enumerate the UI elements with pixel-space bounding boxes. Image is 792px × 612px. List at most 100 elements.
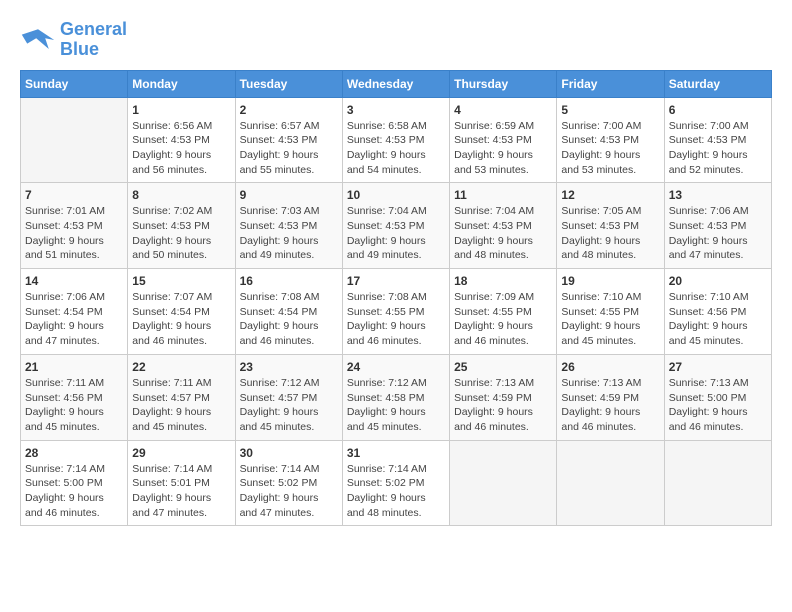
day-info: Sunrise: 7:11 AM Sunset: 4:56 PM Dayligh… — [25, 376, 123, 435]
day-number: 1 — [132, 103, 230, 117]
calendar-cell: 4 Sunrise: 6:59 AM Sunset: 4:53 PM Daylig… — [450, 97, 557, 183]
calendar-cell: 15 Sunrise: 7:07 AM Sunset: 4:54 PM Dayli… — [128, 269, 235, 355]
day-info: Sunrise: 7:05 AM Sunset: 4:53 PM Dayligh… — [561, 204, 659, 263]
day-number: 6 — [669, 103, 767, 117]
day-number: 11 — [454, 188, 552, 202]
day-info: Sunrise: 6:58 AM Sunset: 4:53 PM Dayligh… — [347, 119, 445, 178]
calendar-week-row: 1 Sunrise: 6:56 AM Sunset: 4:53 PM Daylig… — [21, 97, 772, 183]
weekday-header-wednesday: Wednesday — [342, 70, 449, 97]
page-header: General Blue — [20, 20, 772, 60]
calendar-table: SundayMondayTuesdayWednesdayThursdayFrid… — [20, 70, 772, 527]
calendar-cell: 27 Sunrise: 7:13 AM Sunset: 5:00 PM Dayli… — [664, 354, 771, 440]
day-info: Sunrise: 7:12 AM Sunset: 4:58 PM Dayligh… — [347, 376, 445, 435]
calendar-header-row: SundayMondayTuesdayWednesdayThursdayFrid… — [21, 70, 772, 97]
calendar-cell: 30Sunrise: 7:14 AM Sunset: 5:02 PM Dayli… — [235, 440, 342, 526]
day-info: Sunrise: 7:11 AM Sunset: 4:57 PM Dayligh… — [132, 376, 230, 435]
day-number: 21 — [25, 360, 123, 374]
day-info: Sunrise: 7:04 AM Sunset: 4:53 PM Dayligh… — [454, 204, 552, 263]
calendar-cell: 3 Sunrise: 6:58 AM Sunset: 4:53 PM Daylig… — [342, 97, 449, 183]
day-info: Sunrise: 7:13 AM Sunset: 4:59 PM Dayligh… — [561, 376, 659, 435]
weekday-header-saturday: Saturday — [664, 70, 771, 97]
day-info: Sunrise: 7:14 AM Sunset: 5:02 PM Dayligh… — [347, 462, 445, 521]
day-info: Sunrise: 6:56 AM Sunset: 4:53 PM Dayligh… — [132, 119, 230, 178]
day-number: 15 — [132, 274, 230, 288]
day-number: 17 — [347, 274, 445, 288]
day-number: 10 — [347, 188, 445, 202]
calendar-cell: 12 Sunrise: 7:05 AM Sunset: 4:53 PM Dayli… — [557, 183, 664, 269]
logo-icon — [20, 25, 56, 55]
day-info: Sunrise: 7:14 AM Sunset: 5:00 PM Dayligh… — [25, 462, 123, 521]
day-number: 27 — [669, 360, 767, 374]
day-number: 13 — [669, 188, 767, 202]
day-info: Sunrise: 7:01 AM Sunset: 4:53 PM Dayligh… — [25, 204, 123, 263]
day-number: 18 — [454, 274, 552, 288]
day-info: Sunrise: 7:06 AM Sunset: 4:54 PM Dayligh… — [25, 290, 123, 349]
calendar-cell: 31Sunrise: 7:14 AM Sunset: 5:02 PM Dayli… — [342, 440, 449, 526]
day-number: 14 — [25, 274, 123, 288]
day-info: Sunrise: 7:13 AM Sunset: 4:59 PM Dayligh… — [454, 376, 552, 435]
day-info: Sunrise: 7:10 AM Sunset: 4:56 PM Dayligh… — [669, 290, 767, 349]
calendar-cell: 26 Sunrise: 7:13 AM Sunset: 4:59 PM Dayli… — [557, 354, 664, 440]
day-number: 8 — [132, 188, 230, 202]
day-info: Sunrise: 6:57 AM Sunset: 4:53 PM Dayligh… — [240, 119, 338, 178]
calendar-cell: 21 Sunrise: 7:11 AM Sunset: 4:56 PM Dayli… — [21, 354, 128, 440]
day-info: Sunrise: 7:14 AM Sunset: 5:02 PM Dayligh… — [240, 462, 338, 521]
calendar-cell: 9 Sunrise: 7:03 AM Sunset: 4:53 PM Daylig… — [235, 183, 342, 269]
day-number: 4 — [454, 103, 552, 117]
weekday-header-friday: Friday — [557, 70, 664, 97]
day-number: 9 — [240, 188, 338, 202]
calendar-cell: 6 Sunrise: 7:00 AM Sunset: 4:53 PM Daylig… — [664, 97, 771, 183]
day-info: Sunrise: 7:07 AM Sunset: 4:54 PM Dayligh… — [132, 290, 230, 349]
calendar-cell: 5 Sunrise: 7:00 AM Sunset: 4:53 PM Daylig… — [557, 97, 664, 183]
calendar-cell: 11 Sunrise: 7:04 AM Sunset: 4:53 PM Dayli… — [450, 183, 557, 269]
calendar-cell: 18Sunrise: 7:09 AM Sunset: 4:55 PM Dayli… — [450, 269, 557, 355]
calendar-week-row: 14 Sunrise: 7:06 AM Sunset: 4:54 PM Dayli… — [21, 269, 772, 355]
calendar-cell: 8 Sunrise: 7:02 AM Sunset: 4:53 PM Daylig… — [128, 183, 235, 269]
calendar-cell — [557, 440, 664, 526]
day-number: 2 — [240, 103, 338, 117]
day-number: 20 — [669, 274, 767, 288]
day-number: 7 — [25, 188, 123, 202]
calendar-cell: 23Sunrise: 7:12 AM Sunset: 4:57 PM Dayli… — [235, 354, 342, 440]
calendar-cell: 1 Sunrise: 6:56 AM Sunset: 4:53 PM Daylig… — [128, 97, 235, 183]
day-number: 19 — [561, 274, 659, 288]
day-number: 28 — [25, 446, 123, 460]
day-number: 24 — [347, 360, 445, 374]
day-number: 16 — [240, 274, 338, 288]
day-info: Sunrise: 6:59 AM Sunset: 4:53 PM Dayligh… — [454, 119, 552, 178]
day-number: 5 — [561, 103, 659, 117]
day-number: 25 — [454, 360, 552, 374]
calendar-cell — [664, 440, 771, 526]
day-info: Sunrise: 7:14 AM Sunset: 5:01 PM Dayligh… — [132, 462, 230, 521]
calendar-cell: 7 Sunrise: 7:01 AM Sunset: 4:53 PM Daylig… — [21, 183, 128, 269]
day-number: 22 — [132, 360, 230, 374]
calendar-week-row: 21 Sunrise: 7:11 AM Sunset: 4:56 PM Dayli… — [21, 354, 772, 440]
day-info: Sunrise: 7:03 AM Sunset: 4:53 PM Dayligh… — [240, 204, 338, 263]
weekday-header-monday: Monday — [128, 70, 235, 97]
calendar-cell — [21, 97, 128, 183]
calendar-cell: 2 Sunrise: 6:57 AM Sunset: 4:53 PM Daylig… — [235, 97, 342, 183]
weekday-header-tuesday: Tuesday — [235, 70, 342, 97]
calendar-cell: 24 Sunrise: 7:12 AM Sunset: 4:58 PM Dayli… — [342, 354, 449, 440]
day-number: 26 — [561, 360, 659, 374]
calendar-cell: 22 Sunrise: 7:11 AM Sunset: 4:57 PM Dayli… — [128, 354, 235, 440]
day-info: Sunrise: 7:08 AM Sunset: 4:54 PM Dayligh… — [240, 290, 338, 349]
day-info: Sunrise: 7:00 AM Sunset: 4:53 PM Dayligh… — [561, 119, 659, 178]
day-number: 29 — [132, 446, 230, 460]
calendar-week-row: 28 Sunrise: 7:14 AM Sunset: 5:00 PM Dayli… — [21, 440, 772, 526]
weekday-header-thursday: Thursday — [450, 70, 557, 97]
calendar-cell: 17Sunrise: 7:08 AM Sunset: 4:55 PM Dayli… — [342, 269, 449, 355]
day-info: Sunrise: 7:12 AM Sunset: 4:57 PM Dayligh… — [240, 376, 338, 435]
day-info: Sunrise: 7:00 AM Sunset: 4:53 PM Dayligh… — [669, 119, 767, 178]
day-info: Sunrise: 7:13 AM Sunset: 5:00 PM Dayligh… — [669, 376, 767, 435]
day-number: 3 — [347, 103, 445, 117]
calendar-cell: 28 Sunrise: 7:14 AM Sunset: 5:00 PM Dayli… — [21, 440, 128, 526]
calendar-cell: 25 Sunrise: 7:13 AM Sunset: 4:59 PM Dayli… — [450, 354, 557, 440]
day-number: 12 — [561, 188, 659, 202]
calendar-week-row: 7 Sunrise: 7:01 AM Sunset: 4:53 PM Daylig… — [21, 183, 772, 269]
logo-text: General Blue — [60, 20, 127, 60]
calendar-cell: 19Sunrise: 7:10 AM Sunset: 4:55 PM Dayli… — [557, 269, 664, 355]
weekday-header-sunday: Sunday — [21, 70, 128, 97]
calendar-cell: 20 Sunrise: 7:10 AM Sunset: 4:56 PM Dayli… — [664, 269, 771, 355]
day-info: Sunrise: 7:02 AM Sunset: 4:53 PM Dayligh… — [132, 204, 230, 263]
